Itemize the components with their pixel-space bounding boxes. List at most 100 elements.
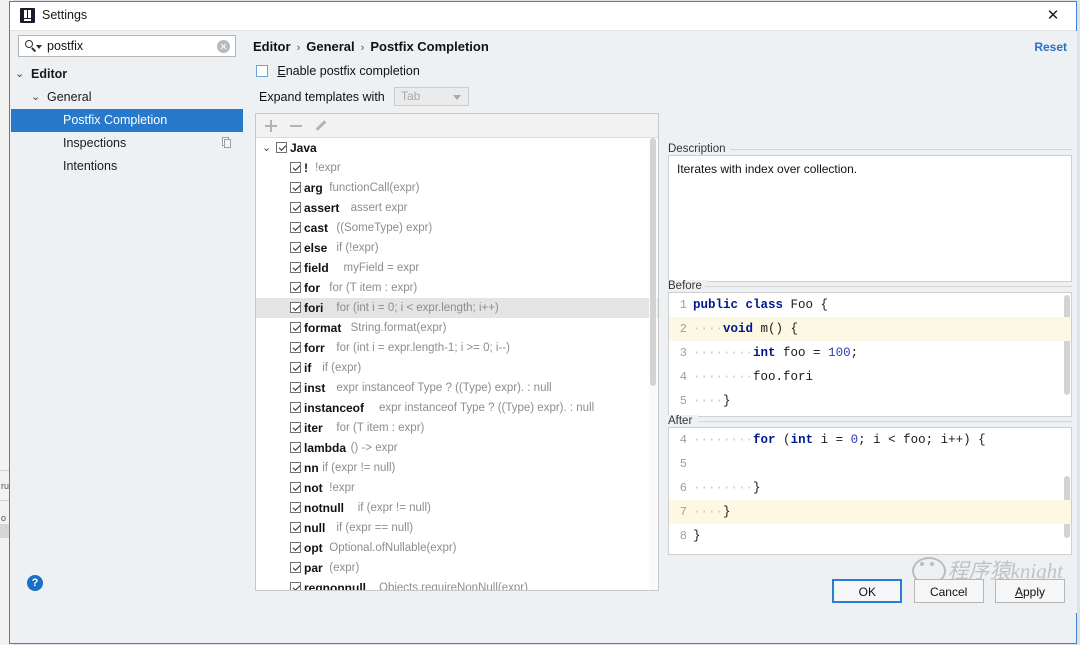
reset-link[interactable]: Reset (1034, 40, 1067, 54)
edit-pencil-icon[interactable] (314, 119, 328, 133)
templates-list[interactable]: ⌄Java!!exprargfunctionCall(expr)assertas… (256, 138, 658, 590)
template-checkbox[interactable] (290, 542, 301, 553)
template-key: null (304, 518, 325, 538)
template-checkbox[interactable] (290, 422, 301, 433)
sidebar-item-postfix-completion[interactable]: Postfix Completion (11, 109, 243, 132)
template-row[interactable]: lambda() -> expr (256, 438, 658, 458)
template-row[interactable]: instexpr instanceof Type ? ((Type) expr)… (256, 378, 658, 398)
sidebar-item-editor[interactable]: ⌄Editor (11, 63, 243, 86)
template-checkbox[interactable] (290, 442, 301, 453)
template-checkbox[interactable] (290, 242, 301, 253)
template-checkbox[interactable] (290, 562, 301, 573)
template-row[interactable]: cast((SomeType) expr) (256, 218, 658, 238)
template-row[interactable]: formatString.format(expr) (256, 318, 658, 338)
help-icon[interactable]: ? (27, 575, 43, 591)
template-key: opt (304, 538, 323, 558)
template-checkbox[interactable] (290, 342, 301, 353)
code-text: ········int foo = 100; (693, 341, 858, 365)
template-checkbox[interactable] (290, 362, 301, 373)
template-row[interactable]: !!expr (256, 158, 658, 178)
template-description: if (expr != null) (358, 498, 431, 518)
chevron-down-icon[interactable]: ⌄ (31, 86, 40, 109)
template-row[interactable]: forrfor (int i = expr.length-1; i >= 0; … (256, 338, 658, 358)
chevron-down-icon[interactable]: ⌄ (15, 63, 24, 86)
templates-scrollbar[interactable] (649, 138, 657, 590)
template-checkbox[interactable] (290, 402, 301, 413)
enable-postfix-completion-checkbox[interactable] (256, 65, 268, 77)
line-number: 5 (669, 389, 687, 413)
template-checkbox[interactable] (290, 162, 301, 173)
template-checkbox[interactable] (290, 522, 301, 533)
chevron-down-icon[interactable] (36, 45, 42, 49)
ok-button[interactable]: OK (832, 579, 902, 603)
scrollbar-thumb[interactable] (650, 138, 656, 386)
template-key: arg (304, 178, 323, 198)
template-row[interactable]: fieldmyField = expr (256, 258, 658, 278)
template-row[interactable]: par(expr) (256, 558, 658, 578)
code-text: ········for (int i = 0; i < foo; i++) { (693, 428, 986, 452)
template-key: assert (304, 198, 339, 218)
cancel-button[interactable]: Cancel (914, 579, 984, 603)
template-checkbox[interactable] (290, 582, 301, 590)
close-icon[interactable]: ✕ (1030, 2, 1076, 30)
expand-key-select[interactable]: Tab (394, 87, 469, 106)
code-text: ····void m() { (693, 317, 798, 341)
template-checkbox[interactable] (290, 382, 301, 393)
template-row[interactable]: assert assert expr (256, 198, 658, 218)
template-key: notnull (304, 498, 344, 518)
template-description: assert expr (351, 198, 408, 218)
code-text: public class Foo { (693, 293, 828, 317)
template-key: lambda (304, 438, 346, 458)
template-row[interactable]: forifor (int i = 0; i < expr.length; i++… (256, 298, 658, 318)
copy-pages-icon[interactable] (220, 137, 232, 149)
template-row[interactable]: forfor (T item : expr) (256, 278, 658, 298)
sidebar-item-intentions[interactable]: Intentions (11, 155, 243, 178)
template-checkbox[interactable] (290, 502, 301, 513)
template-row[interactable]: instanceofexpr instanceof Type ? ((Type)… (256, 398, 658, 418)
add-icon[interactable] (264, 119, 278, 133)
template-key: if (304, 358, 311, 378)
search-input[interactable]: postfix (18, 35, 236, 57)
template-checkbox[interactable] (290, 262, 301, 273)
background-text: ru (1, 481, 9, 491)
template-checkbox[interactable] (290, 322, 301, 333)
breadcrumb-item[interactable]: General (306, 39, 354, 54)
template-row[interactable]: optOptional.ofNullable(expr) (256, 538, 658, 558)
chevron-down-icon[interactable]: ⌄ (262, 138, 271, 158)
template-key: inst (304, 378, 325, 398)
background-text: o (1, 513, 6, 523)
breadcrumb-item[interactable]: Editor (253, 39, 291, 54)
enable-postfix-completion-row[interactable]: Enable postfix completion (256, 64, 420, 78)
template-checkbox[interactable] (290, 182, 301, 193)
template-row[interactable]: nullif (expr == null) (256, 518, 658, 538)
clear-icon[interactable] (217, 40, 230, 53)
template-checkbox[interactable] (290, 222, 301, 233)
template-row[interactable]: ⌄Java (256, 138, 658, 158)
template-row[interactable]: iterfor (T item : expr) (256, 418, 658, 438)
apply-button[interactable]: Apply (995, 579, 1065, 603)
template-row[interactable]: ifif (expr) (256, 358, 658, 378)
template-checkbox[interactable] (290, 282, 301, 293)
remove-icon[interactable] (289, 119, 303, 133)
settings-sidebar: postfix ⌄Editor⌄GeneralPostfix Completio… (11, 31, 243, 613)
breadcrumb-item[interactable]: Postfix Completion (370, 39, 488, 54)
template-checkbox[interactable] (290, 482, 301, 493)
code-line: 5 (669, 452, 1071, 476)
template-row[interactable]: notnull if (expr != null) (256, 498, 658, 518)
sidebar-item-inspections[interactable]: Inspections (11, 132, 243, 155)
template-row[interactable]: reqnonnullObjects.requireNonNull(expr) (256, 578, 658, 590)
window-title: Settings (42, 8, 87, 22)
line-number: 1 (669, 293, 687, 317)
template-checkbox[interactable] (290, 462, 301, 473)
template-checkbox[interactable] (276, 142, 287, 153)
search-input-value: postfix (47, 39, 83, 53)
template-row[interactable]: argfunctionCall(expr) (256, 178, 658, 198)
template-row[interactable]: not!expr (256, 478, 658, 498)
template-checkbox[interactable] (290, 302, 301, 313)
template-checkbox[interactable] (290, 202, 301, 213)
sidebar-item-general[interactable]: ⌄General (11, 86, 243, 109)
template-row[interactable]: nnif (expr != null) (256, 458, 658, 478)
template-row[interactable]: elseif (!expr) (256, 238, 658, 258)
line-number: 6 (669, 476, 687, 500)
template-description: if (!expr) (336, 238, 378, 258)
